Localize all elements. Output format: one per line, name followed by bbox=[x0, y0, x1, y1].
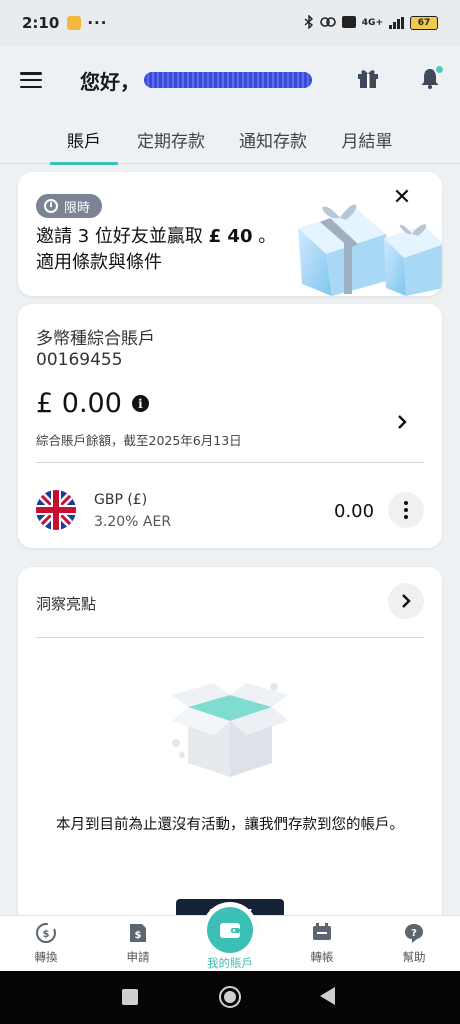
apply-icon: $ bbox=[130, 924, 146, 942]
greeting-text: 您好， bbox=[80, 69, 140, 94]
status-bar: 2:10 ··· 4G+ 67 bbox=[0, 0, 460, 46]
promo-text-post: 。 bbox=[252, 226, 277, 247]
clock-icon bbox=[44, 199, 58, 213]
tab-notice-deposit[interactable]: 通知存款 bbox=[234, 114, 312, 164]
empty-activity-message: 本月到目前為止還沒有活動，讓我們存款到您的帳戶。 bbox=[56, 817, 404, 833]
currency-rate: 3.20% AER bbox=[94, 514, 172, 530]
currency-amount: 0.00 bbox=[334, 501, 375, 522]
home-icon[interactable] bbox=[219, 986, 241, 1008]
nav-label: 轉帳 bbox=[310, 950, 334, 964]
svg-text:$: $ bbox=[135, 930, 142, 941]
notification-dot bbox=[434, 64, 445, 75]
balance-amount: £ 0.00 bbox=[36, 388, 122, 419]
account-number: 00169455 bbox=[36, 350, 123, 370]
recent-apps-icon[interactable] bbox=[122, 989, 138, 1005]
divider bbox=[36, 462, 424, 463]
transfer-icon bbox=[313, 923, 331, 940]
badge-label: 限時 bbox=[64, 200, 91, 216]
nav-label: 幫助 bbox=[402, 950, 426, 964]
nav-item-my-account[interactable]: 我的賬戶 bbox=[198, 902, 262, 971]
nav-item-exchange[interactable]: $ 轉換 bbox=[11, 922, 81, 965]
notification-app-icon bbox=[67, 16, 82, 30]
insights-card: 洞察亮點 本月到目前為止還沒有活動，讓我們存款到您的帳戶。 A……Y bbox=[18, 567, 442, 947]
more-options-icon[interactable] bbox=[388, 492, 424, 528]
uk-flag-icon bbox=[36, 490, 76, 530]
volte-icon bbox=[341, 15, 356, 31]
back-icon[interactable] bbox=[320, 987, 335, 1005]
nav-item-help[interactable]: ? 幫助 bbox=[379, 922, 449, 965]
signal-icon bbox=[389, 17, 404, 29]
promo-amount: £ 40 bbox=[208, 226, 253, 247]
network-type: 4G+ bbox=[361, 18, 383, 28]
promo-terms-link[interactable]: 適用條款與條件 bbox=[36, 250, 276, 276]
tab-account[interactable]: 賬戶 bbox=[50, 114, 118, 165]
insights-title: 洞察亮點 bbox=[36, 595, 97, 613]
promo-text-pre: 邀請 3 位好友並贏取 bbox=[36, 226, 209, 247]
greeting: 您好， bbox=[80, 66, 312, 95]
svg-text:$: $ bbox=[43, 929, 50, 940]
redacted-user-name bbox=[144, 72, 312, 88]
svg-text:?: ? bbox=[411, 928, 417, 939]
battery-icon: 67 bbox=[410, 16, 438, 30]
nav-item-apply[interactable]: $ 申請 bbox=[103, 922, 173, 965]
system-navigation-bar bbox=[0, 971, 460, 1024]
nav-label: 申請 bbox=[126, 950, 150, 964]
currency-name: GBP (£) bbox=[94, 492, 148, 508]
multi-currency-account-card[interactable]: 多幣種綜合賬戶 00169455 £ 0.00 i 綜合賬戶餘額，截至2025年… bbox=[18, 304, 442, 548]
referral-promo-card[interactable]: 限時 邀請 3 位好友並贏取 £ 40 。 適用條款與條件 ✕ bbox=[18, 172, 442, 296]
account-tabs: 賬戶 定期存款 通知存款 月結單 bbox=[0, 114, 460, 165]
chevron-right-icon[interactable] bbox=[388, 583, 424, 619]
help-icon: ? bbox=[405, 924, 423, 943]
status-time: 2:10 bbox=[22, 14, 60, 32]
promo-line-1: 邀請 3 位好友並贏取 £ 40 。 bbox=[36, 224, 276, 250]
account-title: 多幣種綜合賬戶 bbox=[36, 329, 155, 349]
tab-fixed-deposit[interactable]: 定期存款 bbox=[132, 114, 210, 164]
more-notifications-icon: ··· bbox=[87, 14, 108, 32]
promo-headline: 邀請 3 位好友並贏取 £ 40 。 適用條款與條件 bbox=[36, 224, 276, 276]
status-indicators: 4G+ 67 bbox=[304, 13, 438, 32]
nav-label: 轉換 bbox=[34, 950, 58, 964]
info-icon[interactable]: i bbox=[131, 395, 149, 412]
link-icon bbox=[319, 16, 336, 31]
close-icon[interactable]: ✕ bbox=[390, 186, 414, 210]
app-header: 您好， bbox=[0, 46, 460, 114]
chevron-right-icon[interactable] bbox=[390, 410, 414, 434]
bluetooth-icon bbox=[304, 13, 314, 32]
divider bbox=[36, 637, 424, 638]
limited-time-badge: 限時 bbox=[36, 194, 103, 218]
gift-icon[interactable] bbox=[356, 66, 380, 90]
menu-icon[interactable] bbox=[20, 72, 42, 88]
gift-boxes-illustration bbox=[298, 204, 442, 296]
tab-statement[interactable]: 月結單 bbox=[336, 114, 398, 164]
nav-label: 我的賬戶 bbox=[207, 956, 253, 970]
account-balance: £ 0.00 i bbox=[36, 388, 149, 419]
nav-item-transfer[interactable]: 轉帳 bbox=[287, 922, 357, 965]
empty-box-illustration bbox=[172, 683, 288, 777]
wallet-icon bbox=[220, 923, 240, 938]
balance-caption: 綜合賬戶餘額，截至2025年6月13日 bbox=[36, 433, 242, 448]
bottom-navigation: $ 轉換 $ 申請 我的賬戶 轉帳 ? 幫助 bbox=[0, 902, 460, 971]
exchange-icon: $ bbox=[36, 923, 56, 943]
